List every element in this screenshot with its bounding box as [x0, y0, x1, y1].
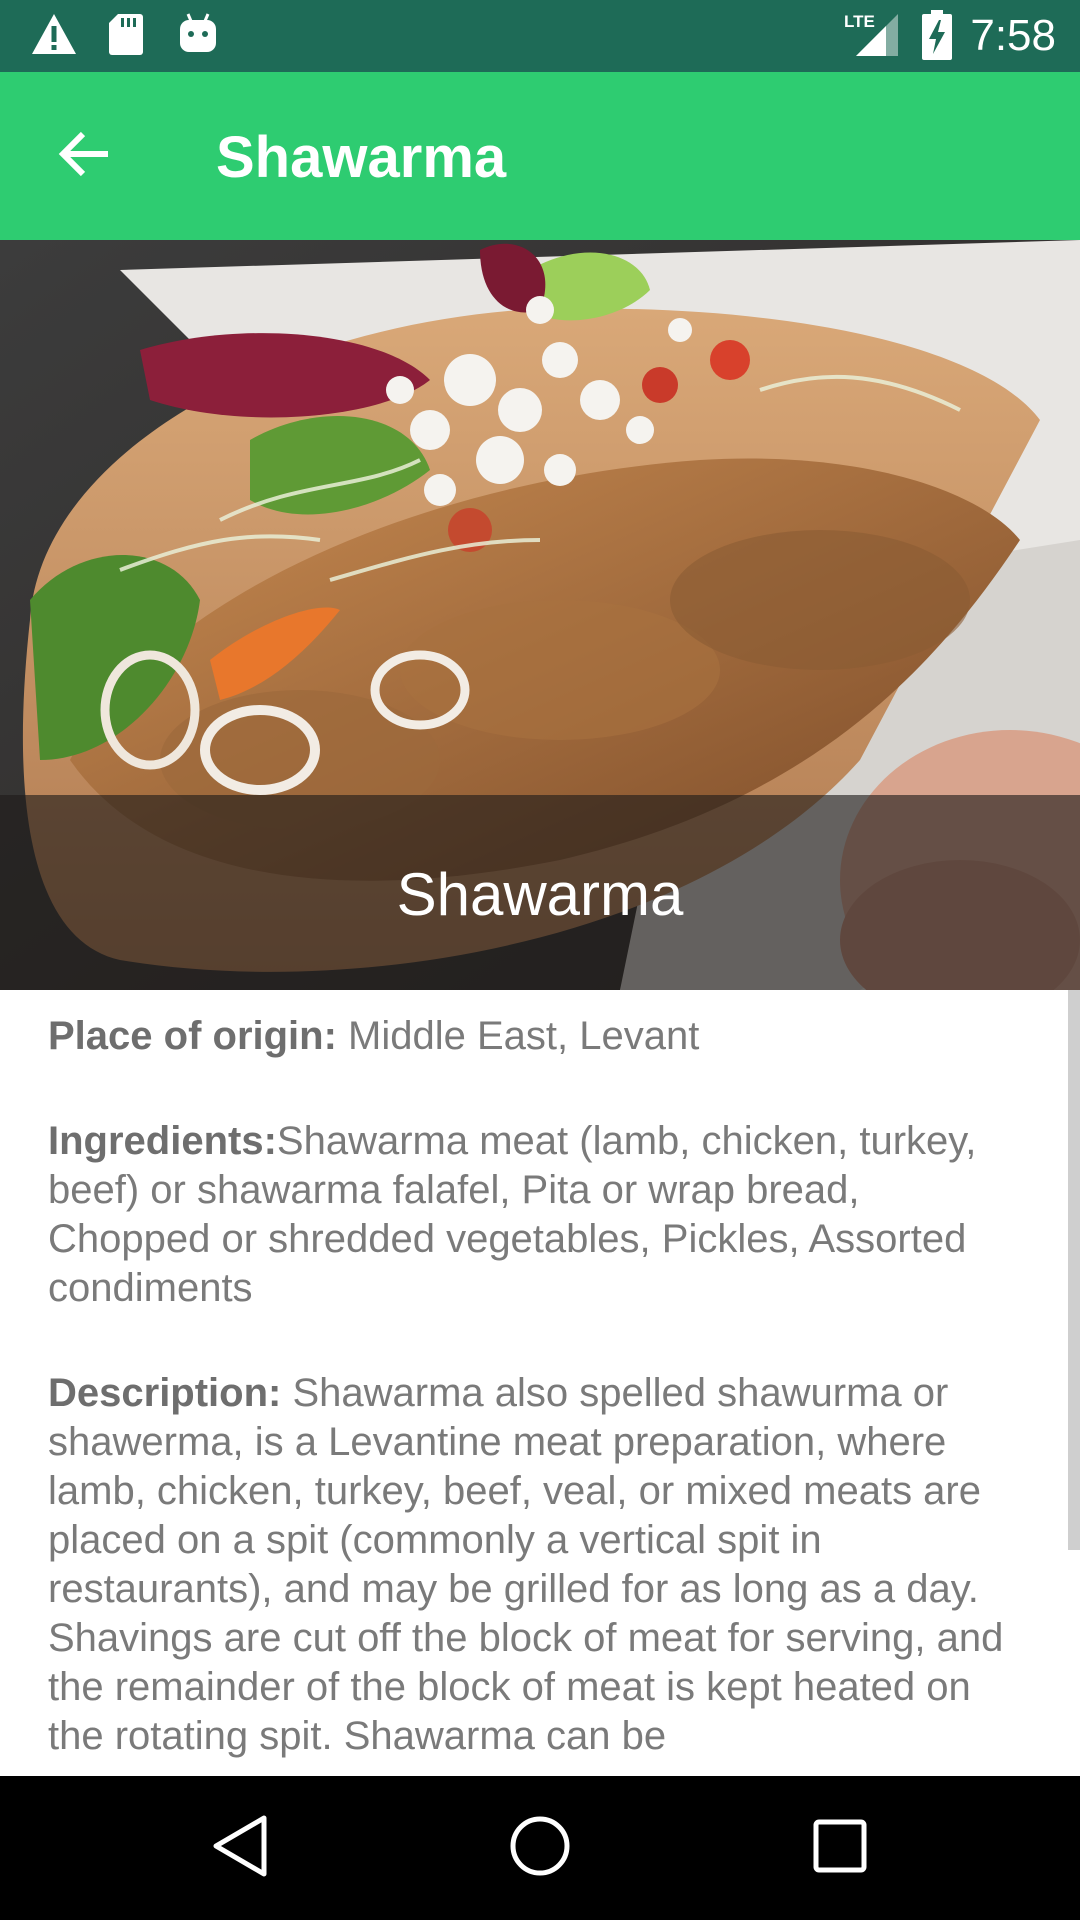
origin-label: Place of origin:	[48, 1014, 337, 1058]
lte-signal-icon: LTE	[842, 10, 900, 63]
battery-charging-icon	[922, 10, 952, 65]
ingredients-paragraph: Ingredients:Shawarma meat (lamb, chicken…	[48, 1117, 1008, 1313]
status-time: 7:58	[970, 11, 1056, 60]
android-icon	[178, 12, 218, 61]
nav-recents-button[interactable]	[790, 1798, 890, 1898]
dish-image: Shawarma	[0, 240, 1080, 990]
status-bar: LTE 7:58	[0, 0, 1080, 72]
dish-name-caption: Shawarma	[396, 861, 684, 928]
home-circle-icon	[508, 1814, 572, 1883]
app-toolbar: Shawarma	[0, 72, 1080, 240]
origin-paragraph: Place of origin: Middle East, Levant	[48, 1012, 1008, 1061]
sd-card-icon	[108, 12, 144, 61]
arrow-back-icon	[58, 131, 110, 182]
warning-icon	[30, 12, 78, 61]
ingredients-label: Ingredients:	[48, 1119, 277, 1163]
scrollbar[interactable]	[1068, 990, 1080, 1550]
description-label: Description:	[48, 1371, 282, 1415]
nav-home-button[interactable]	[490, 1798, 590, 1898]
nav-back-button[interactable]	[190, 1798, 290, 1898]
system-nav-bar	[0, 1776, 1080, 1920]
toolbar-title: Shawarma	[216, 125, 507, 190]
origin-value: Middle East, Levant	[336, 1014, 700, 1058]
dish-details: Place of origin: Middle East, Levant Ing…	[48, 1012, 1008, 1817]
network-type-label: LTE	[844, 12, 875, 31]
description-paragraph: Description: Shawarma also spelled shawu…	[48, 1369, 1008, 1761]
back-button[interactable]	[42, 114, 126, 198]
phone-screen: LTE 7:58 Shawarma Shawarma Place of orig…	[0, 0, 1080, 1920]
back-triangle-icon	[210, 1814, 270, 1883]
description-value: Shawarma also spelled shawurma or shawer…	[48, 1371, 1004, 1758]
recents-square-icon	[812, 1818, 868, 1879]
